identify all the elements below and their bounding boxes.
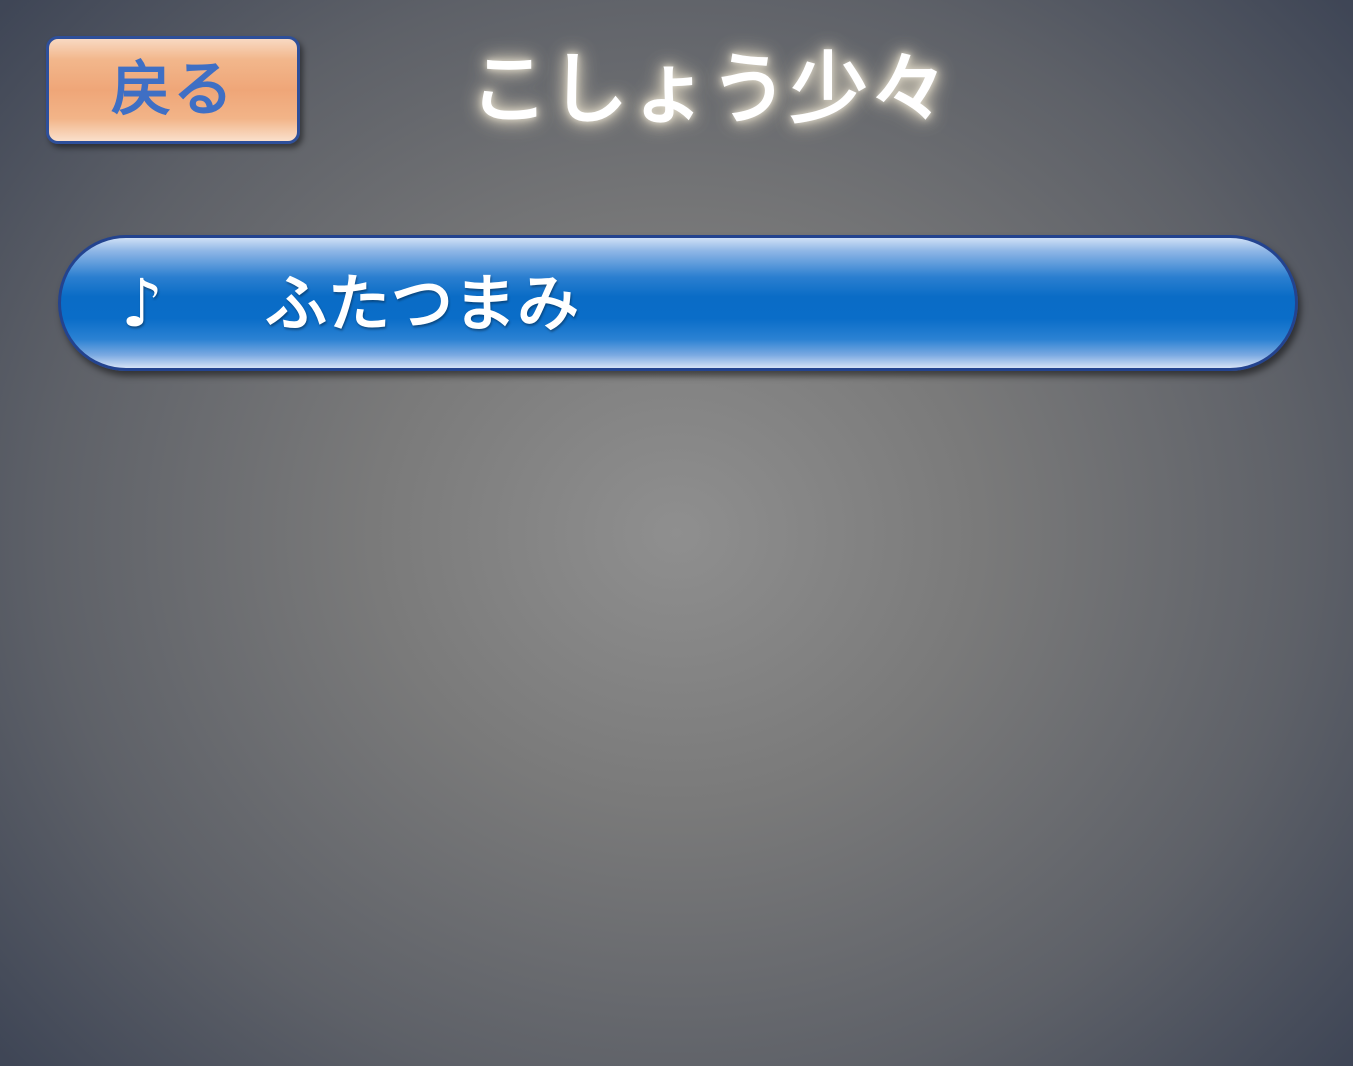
song-title: ふたつまみ [265,267,581,340]
music-note-icon: ♪ [121,265,164,342]
song-list: ♪ ふたつまみ [58,235,1298,371]
song-item[interactable]: ♪ ふたつまみ [58,235,1298,371]
back-button-label: 戻る [111,55,235,125]
back-button[interactable]: 戻る [46,36,300,144]
page-title: こしょう少々 [469,45,950,135]
